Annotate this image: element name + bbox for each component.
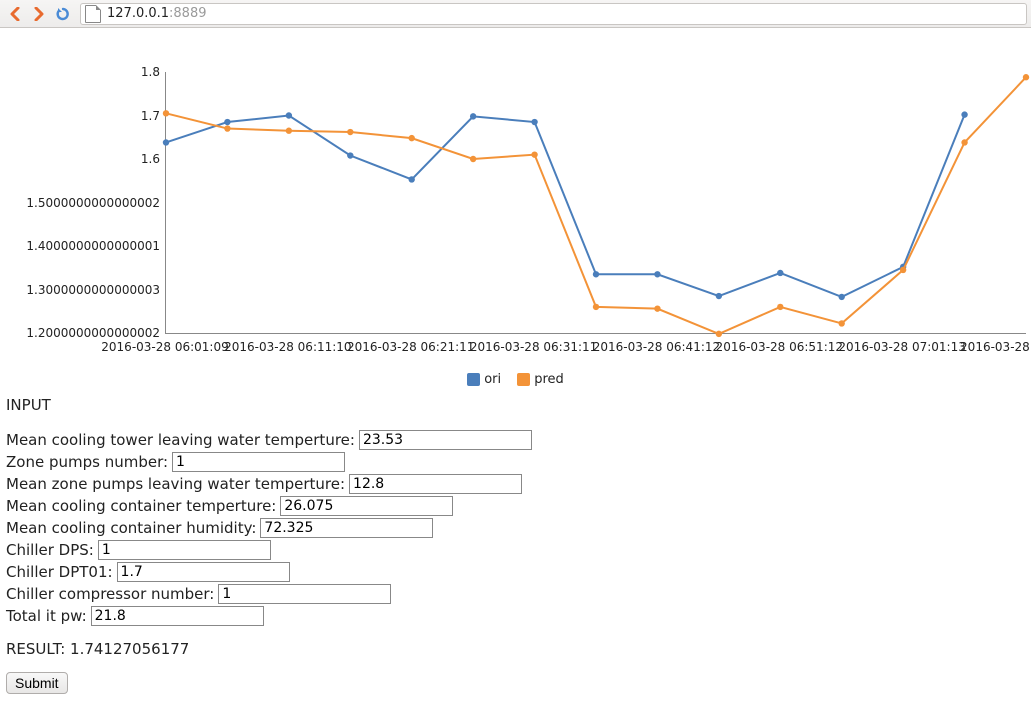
field-input-8[interactable] (91, 606, 264, 626)
field-label: Mean cooling container humidity: (6, 519, 256, 537)
x-tick: 2016-03-28 06:41:12 (593, 340, 720, 354)
field-input-1[interactable] (172, 452, 345, 472)
form-header: INPUT (6, 396, 1025, 414)
url-host: 127.0.0.1 (107, 6, 169, 21)
url-bar[interactable]: 127.0.0.1:8889 (80, 3, 1027, 25)
result-text: RESULT: 1.74127056177 (6, 640, 1025, 658)
field-label: Mean cooling container temperture: (6, 497, 276, 515)
field-input-5[interactable] (98, 540, 271, 560)
x-tick: 2016-03-28 07:01:13 (838, 340, 965, 354)
y-tick: 1.5000000000000002 (6, 196, 160, 210)
browser-toolbar: 127.0.0.1:8889 (0, 0, 1031, 28)
forward-button[interactable] (28, 3, 50, 25)
y-tick: 1.2000000000000002 (6, 326, 160, 340)
url-port: :8889 (169, 6, 206, 21)
x-tick: 2016-03-28 06:11:10 (224, 340, 351, 354)
x-tick: 2016-03-28 06:51:12 (716, 340, 843, 354)
field-input-6[interactable] (117, 562, 290, 582)
field-input-3[interactable] (280, 496, 453, 516)
field-label: Chiller compressor number: (6, 585, 214, 603)
x-tick: 2016-03-28 06:31:11 (470, 340, 597, 354)
field-label: Total it pw: (6, 607, 87, 625)
input-form: INPUT Mean cooling tower leaving water t… (6, 396, 1025, 694)
y-tick: 1.4000000000000001 (6, 239, 160, 253)
submit-button[interactable]: Submit (6, 672, 68, 694)
x-tick: 2016-03-28 06:21:11 (347, 340, 474, 354)
chart: 1.8 1.7 1.6 1.5000000000000002 1.40000000000… (6, 32, 1025, 342)
field-input-7[interactable] (218, 584, 391, 604)
reload-button[interactable] (52, 3, 74, 25)
field-label: Mean zone pumps leaving water temperture… (6, 475, 345, 493)
plot-area (165, 72, 1026, 334)
x-tick: 2016-03-28 0 (960, 340, 1031, 354)
field-label: Chiller DPT01: (6, 563, 113, 581)
back-button[interactable] (4, 3, 26, 25)
y-tick: 1.3000000000000003 (6, 283, 160, 297)
legend-ori: ori (484, 372, 501, 387)
legend-pred: pred (534, 372, 564, 387)
legend: ori pred (6, 372, 1025, 390)
y-tick: 1.6 (6, 152, 160, 166)
field-label: Mean cooling tower leaving water tempert… (6, 431, 355, 449)
field-input-4[interactable] (260, 518, 433, 538)
y-tick: 1.7 (6, 109, 160, 123)
page-icon (85, 5, 101, 23)
x-tick: 2016-03-28 06:01:09 (101, 340, 228, 354)
field-label: Zone pumps number: (6, 453, 168, 471)
y-tick: 1.8 (6, 65, 160, 79)
field-label: Chiller DPS: (6, 541, 94, 559)
field-input-0[interactable] (359, 430, 532, 450)
field-input-2[interactable] (349, 474, 522, 494)
